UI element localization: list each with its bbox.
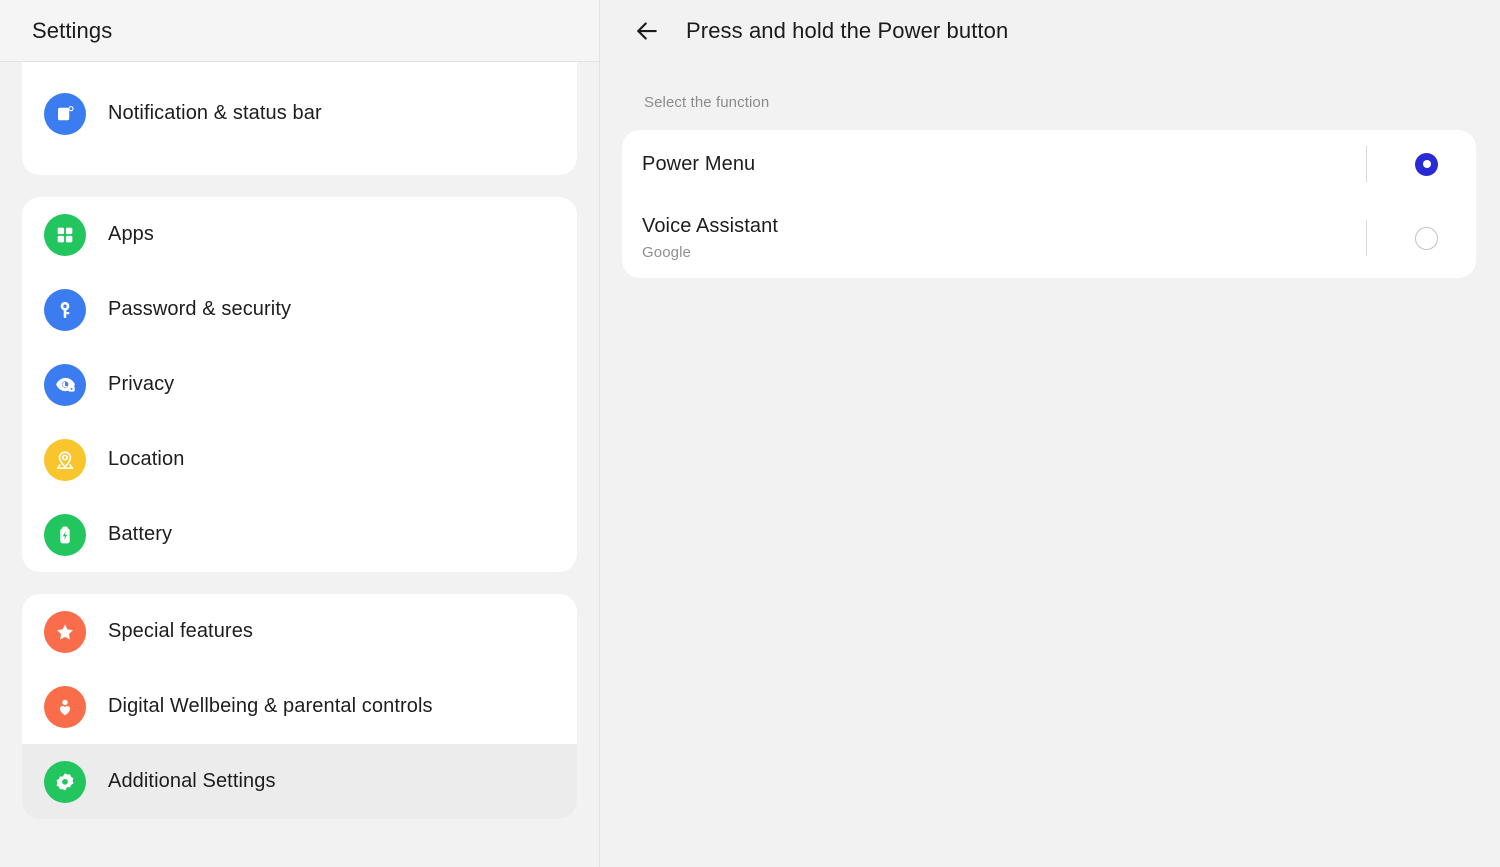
battery-icon [44, 514, 86, 556]
radio-voice-assistant[interactable] [1415, 227, 1438, 250]
section-label: Select the function [644, 94, 1500, 111]
sidebar-group-2: Apps Password & security [22, 197, 577, 572]
sidebar-item-apps[interactable]: Apps [22, 197, 577, 272]
sidebar-scroll-area[interactable]: Notification & status bar Apps [0, 62, 599, 867]
sidebar-item-special-features[interactable]: Special features [22, 594, 577, 669]
sidebar-item-label: Battery [108, 523, 172, 546]
sidebar-item-label: Password & security [108, 298, 291, 321]
option-subtitle: Google [642, 244, 1366, 262]
function-options-card: Power Menu Voice Assistant Google [622, 130, 1476, 278]
sidebar-item-label: Privacy [108, 373, 174, 396]
sidebar-item-location[interactable]: Location [22, 422, 577, 497]
sidebar-item-label: Apps [108, 223, 154, 246]
sidebar-item-label: Digital Wellbeing & parental controls [108, 695, 433, 718]
sidebar-item-label: Notification & status bar [108, 102, 322, 125]
sidebar-item-digital-wellbeing[interactable]: Digital Wellbeing & parental controls [22, 669, 577, 744]
gear-icon [44, 761, 86, 803]
option-divider [1366, 220, 1367, 256]
radio-power-menu[interactable] [1415, 153, 1438, 176]
apps-grid-icon [44, 214, 86, 256]
location-pin-icon [44, 439, 86, 481]
back-arrow-icon[interactable] [630, 14, 664, 48]
sidebar-group-1: Notification & status bar [22, 62, 577, 175]
sidebar-item-additional-settings[interactable]: Additional Settings [22, 744, 577, 819]
option-texts: Power Menu [642, 152, 1366, 177]
sidebar-item-label: Location [108, 448, 184, 471]
sidebar-group-3: Special features Digital Wellbeing & par… [22, 594, 577, 819]
sidebar-header: Settings [0, 0, 599, 62]
settings-app: Settings [0, 0, 1500, 867]
detail-header: Press and hold the Power button [600, 0, 1500, 62]
option-divider [1366, 146, 1367, 182]
option-row-voice-assistant[interactable]: Voice Assistant Google [622, 198, 1476, 278]
eye-lock-icon [44, 364, 86, 406]
wellbeing-person-heart-icon [44, 686, 86, 728]
option-texts: Voice Assistant Google [642, 214, 1366, 262]
sidebar-item-battery[interactable]: Battery [22, 497, 577, 572]
key-icon [44, 289, 86, 331]
option-row-power-menu[interactable]: Power Menu [622, 130, 1476, 198]
sidebar-item-label: Special features [108, 620, 253, 643]
sidebar-item-label: Additional Settings [108, 770, 276, 793]
settings-sidebar: Settings [0, 0, 600, 867]
page-title: Settings [32, 18, 112, 44]
sidebar-item-password-security[interactable]: Password & security [22, 272, 577, 347]
option-title: Power Menu [642, 152, 1366, 177]
sidebar-item-notification-status-bar[interactable]: Notification & status bar [22, 76, 577, 151]
star-icon [44, 611, 86, 653]
detail-panel: Press and hold the Power button Select t… [600, 0, 1500, 867]
sidebar-item-privacy[interactable]: Privacy [22, 347, 577, 422]
notification-icon [44, 93, 86, 135]
detail-title: Press and hold the Power button [686, 18, 1008, 44]
option-title: Voice Assistant [642, 214, 1366, 239]
sidebar-item-display-partial[interactable] [22, 62, 577, 76]
